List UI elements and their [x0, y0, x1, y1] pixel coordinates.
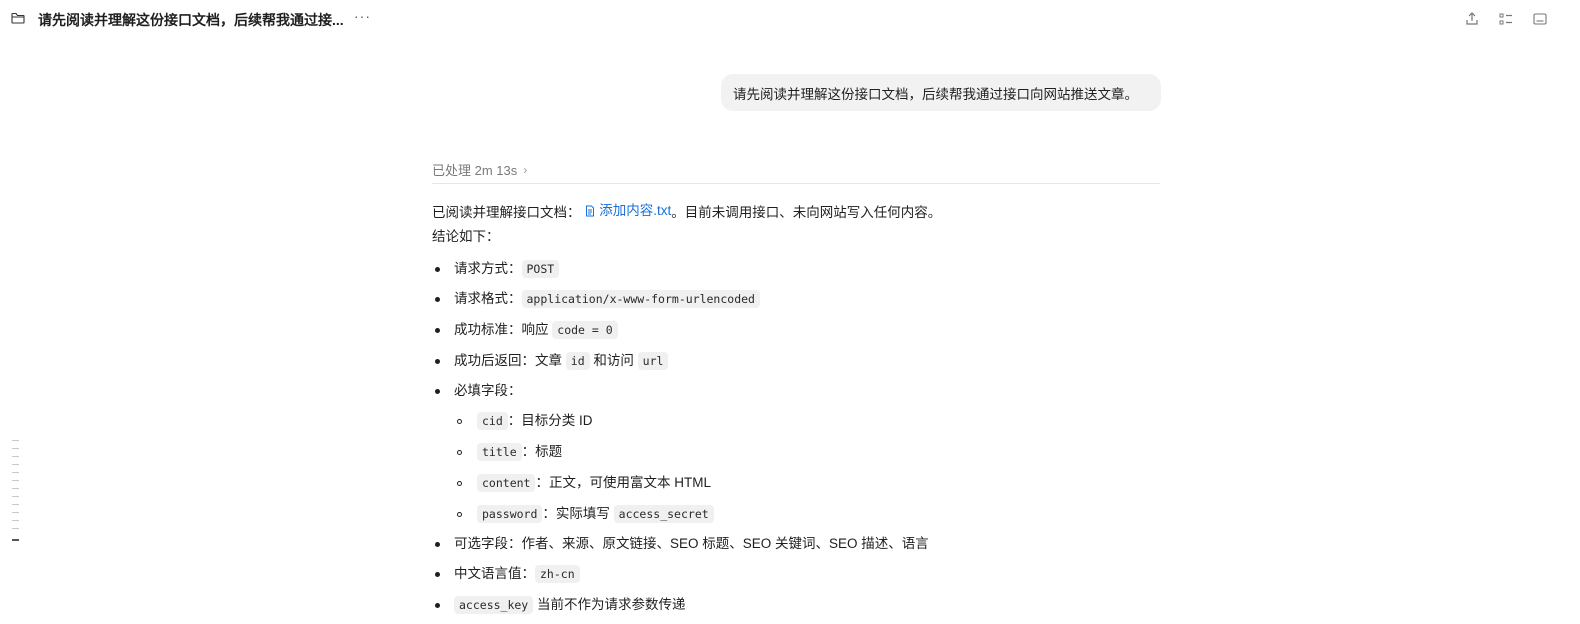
field-code: password: [477, 505, 543, 523]
list-item-format: 请求格式： application/x-www-form-urlencoded: [454, 289, 760, 309]
list-icon[interactable]: [1498, 11, 1514, 27]
bullet-dot: [435, 603, 440, 608]
format-label: 请求格式：: [454, 291, 522, 306]
chevron-right-icon: ›: [523, 162, 528, 177]
field-desc: ：标题: [521, 444, 563, 459]
method-label: 请求方式：: [454, 261, 522, 276]
field-code: title: [477, 443, 522, 461]
return-label: 成功后返回：文章: [454, 353, 562, 368]
return-mid: 和访问: [593, 353, 634, 368]
chat-title[interactable]: 请先阅读并理解这份接口文档，后续帮我通过接...: [38, 10, 344, 30]
bullet-dot: [435, 297, 440, 302]
field-code: content: [477, 474, 536, 492]
intro-line: 已阅读并理解接口文档： 添加内容.txt 。目前未调用接口、未向网站写入任何内容…: [432, 201, 941, 223]
bullet-dot: [435, 542, 440, 547]
field-extra-code: access_secret: [613, 505, 714, 523]
list-item-success: 成功标准：响应 code = 0: [454, 320, 618, 340]
sub-bullet-circle: [457, 512, 462, 517]
sub-bullet-circle: [457, 450, 462, 455]
required-field-cid: cid ：目标分类 ID: [477, 411, 593, 431]
field-desc: ：正文，可使用富文本 HTML: [535, 475, 711, 490]
bullet-dot: [435, 359, 440, 364]
list-item-language: 中文语言值： zh-cn: [454, 564, 580, 584]
bullet-dot: [435, 267, 440, 272]
lang-label: 中文语言值：: [454, 566, 535, 581]
share-icon[interactable]: [1464, 11, 1480, 27]
file-icon: [586, 205, 595, 217]
return-url: url: [637, 352, 669, 370]
lang-value: zh-cn: [535, 565, 580, 583]
sub-bullet-circle: [457, 419, 462, 424]
required-field-content: content ：正文，可使用富文本 HTML: [477, 473, 711, 493]
intro-prefix: 已阅读并理解接口文档：: [432, 205, 581, 220]
list-item-access-key: access_key 当前不作为请求参数传递: [454, 595, 686, 615]
success-value: code = 0: [552, 321, 618, 339]
sub-bullet-circle: [457, 481, 462, 486]
method-value: POST: [521, 260, 560, 278]
field-desc: ：实际填写: [542, 506, 610, 521]
panel-icon[interactable]: [1532, 11, 1548, 27]
list-item-return: 成功后返回：文章 id 和访问 url: [454, 351, 669, 371]
list-item-required: 必填字段：: [454, 383, 522, 398]
return-id: id: [565, 352, 590, 370]
access-key-code: access_key: [454, 596, 534, 614]
list-item-method: 请求方式： POST: [454, 259, 560, 279]
intro-suffix: 。目前未调用接口、未向网站写入任何内容。: [671, 205, 942, 220]
folder-icon[interactable]: [11, 11, 25, 24]
required-field-password: password ：实际填写 access_secret: [477, 504, 714, 524]
file-link[interactable]: 添加内容.txt: [584, 201, 671, 221]
user-message-bubble: 请先阅读并理解这份接口文档，后续帮我通过接口向网站推送文章。: [721, 74, 1161, 111]
conclusion-line: 结论如下：: [432, 229, 500, 244]
bullet-dot: [435, 389, 440, 394]
file-name: 添加内容.txt: [599, 203, 672, 218]
divider: [432, 183, 1160, 184]
format-value: application/x-www-form-urlencoded: [521, 290, 760, 308]
success-label: 成功标准：响应: [454, 322, 549, 337]
list-item-optional: 可选字段：作者、来源、原文链接、SEO 标题、SEO 关键词、SEO 描述、语言: [454, 536, 929, 551]
more-options-icon[interactable]: ···: [354, 8, 371, 24]
access-key-desc: 当前不作为请求参数传递: [537, 597, 686, 612]
field-desc: ：目标分类 ID: [507, 413, 593, 428]
processing-summary[interactable]: 已处理 2m 13s ›: [432, 160, 527, 179]
bullet-dot: [435, 572, 440, 577]
field-code: cid: [477, 412, 508, 430]
processing-label: 已处理 2m 13s: [432, 163, 518, 178]
required-field-title: title ：标题: [477, 442, 562, 462]
bullet-dot: [435, 328, 440, 333]
top-bar: 请先阅读并理解这份接口文档，后续帮我通过接... ···: [0, 0, 1580, 38]
